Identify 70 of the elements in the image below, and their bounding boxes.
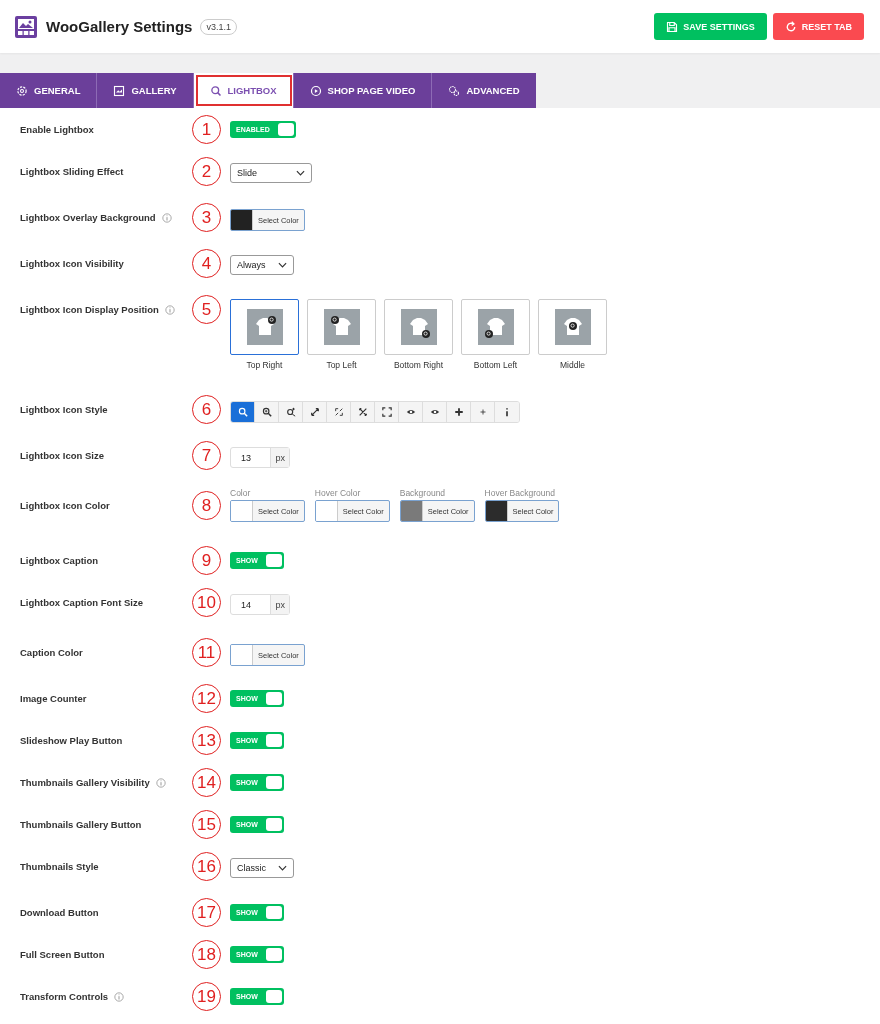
icon-style-option[interactable]: [423, 402, 447, 422]
play-icon: [309, 84, 322, 97]
setting-label: Lightbox Icon Display Position: [20, 304, 159, 315]
eye-icon: [405, 407, 416, 417]
zoom-in-icon: [261, 407, 272, 417]
picker-caption: Hover Color: [314, 488, 362, 498]
page-title: WooGallery Settings: [46, 18, 193, 35]
icon-style-option[interactable]: [375, 402, 399, 422]
setting-label: Thumbnails Gallery Button: [20, 819, 142, 830]
fullscreen-icon: [381, 407, 392, 417]
setting-label: Lightbox Icon Size: [20, 450, 104, 461]
caret-icon: [278, 865, 287, 871]
position-label: Middle: [559, 360, 585, 370]
gear-icon: [16, 84, 28, 97]
setting-label: Thumbnails Gallery Visibility: [20, 777, 150, 788]
gears-icon: [448, 84, 461, 97]
setting-label: Lightbox Overlay Background: [20, 212, 156, 223]
eye-icon: [429, 407, 440, 417]
position-label: Top Right: [246, 360, 283, 370]
number-field[interactable]: 14 px: [230, 594, 290, 615]
picker-caption: Color: [230, 488, 252, 498]
refresh-icon: [784, 20, 797, 33]
picker-caption: Background: [399, 488, 447, 498]
setting-label: Enable Lightbox: [20, 124, 94, 135]
position-option[interactable]: [230, 299, 299, 355]
caret-icon: [296, 170, 305, 176]
cross-arrows-icon: [357, 407, 368, 417]
caret-icon: [278, 262, 287, 268]
shirt-icon: [400, 309, 437, 345]
setting-label: Lightbox Caption Font Size: [20, 597, 143, 608]
image-icon: [113, 84, 126, 97]
icon-style-option[interactable]: [399, 402, 423, 422]
picker-caption: Hover Background: [484, 488, 556, 498]
shirt-icon: [323, 309, 360, 345]
search-icon: [209, 84, 222, 97]
setting-label: Full Screen Button: [20, 949, 105, 960]
setting-label: Lightbox Icon Visibility: [20, 258, 124, 269]
icon-style-option[interactable]: [447, 402, 471, 422]
plus-icon: [453, 407, 464, 417]
setting-label: Caption Color: [20, 647, 83, 658]
shirt-icon: [477, 309, 514, 345]
setting-label: Lightbox Sliding Effect: [20, 166, 124, 177]
position-label: Bottom Right: [393, 360, 444, 370]
setting-label: Download Button: [20, 907, 99, 918]
position-label: Bottom Left: [473, 360, 518, 370]
search-plus-icon: [285, 407, 296, 417]
setting-label: Image Counter: [20, 693, 87, 704]
icon-style-option[interactable]: [351, 402, 375, 422]
setting-label: Slideshow Play Button: [20, 735, 123, 746]
icon-style-option[interactable]: [279, 402, 303, 422]
shirt-icon: [246, 309, 283, 345]
settings-tab[interactable]: LIGHTBOX: [193, 73, 294, 108]
expand-icon: [309, 407, 320, 417]
dropdown[interactable]: Classic: [230, 858, 294, 878]
setting-label: Lightbox Icon Color: [20, 500, 110, 511]
dropdown[interactable]: Always: [230, 255, 294, 275]
setting-label: Thumbnails Style: [20, 861, 99, 872]
position-label: Top Left: [326, 360, 357, 370]
expand-arrows-icon: [333, 407, 344, 417]
number-field[interactable]: 13 px: [230, 447, 290, 468]
shirt-icon: [554, 309, 591, 345]
setting-label: Lightbox Caption: [20, 555, 99, 566]
icon-style-option[interactable]: [327, 402, 351, 422]
setting-label: Lightbox Icon Style: [20, 404, 108, 415]
setting-label: Transform Controls: [20, 991, 109, 1002]
icon-style-option[interactable]: [303, 402, 327, 422]
icon-style-option[interactable]: [255, 402, 279, 422]
search-icon: [237, 407, 248, 417]
dropdown[interactable]: Slide: [230, 163, 312, 183]
gallery-logo-icon: [14, 14, 38, 39]
